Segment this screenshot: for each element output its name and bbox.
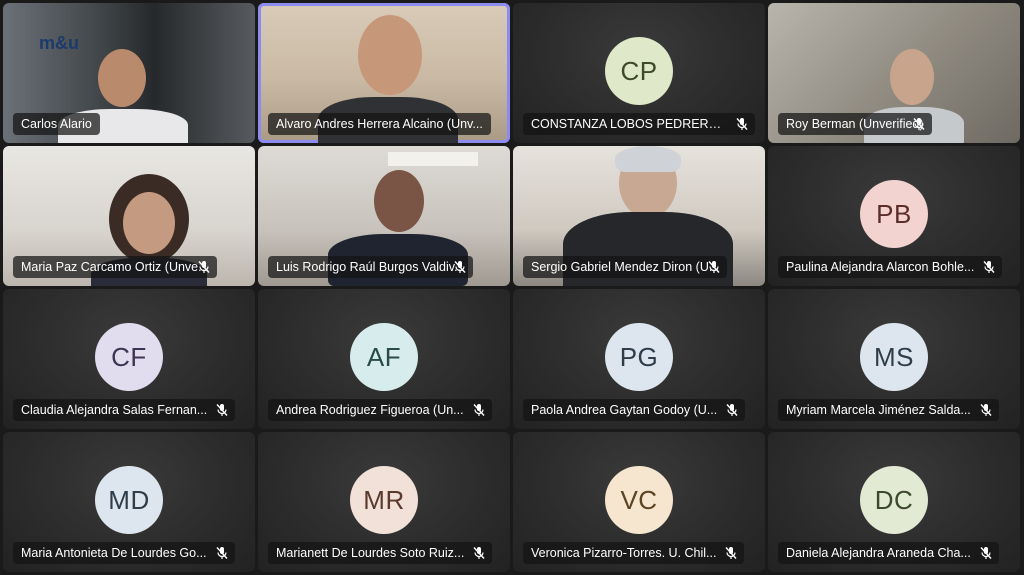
participant-tile[interactable]: Luis Rodrigo Raúl Burgos Valdiv... xyxy=(258,146,510,286)
avatar: PB xyxy=(860,180,928,248)
avatar: AF xyxy=(350,323,418,391)
muted-mic-icon xyxy=(216,404,228,416)
participant-tile[interactable]: PB Paulina Alejandra Alarcon Bohle... xyxy=(768,146,1020,286)
ceiling-light xyxy=(388,152,478,166)
participant-tile[interactable]: MS Myriam Marcela Jiménez Salda... xyxy=(768,289,1020,429)
participant-name: Paola Andrea Gaytan Godoy (U... xyxy=(523,399,746,421)
video-grid: m&u Carlos Alario Alvaro Andres Herrera … xyxy=(3,3,1020,572)
participant-name: Roy Berman (Unverified) xyxy=(778,113,932,135)
muted-mic-icon xyxy=(216,547,228,559)
muted-mic-icon xyxy=(725,547,738,559)
avatar: VC xyxy=(605,466,673,534)
muted-mic-icon xyxy=(736,118,748,130)
muted-mic-icon xyxy=(198,261,210,273)
muted-mic-icon xyxy=(473,404,485,416)
participant-tile[interactable]: Alvaro Andres Herrera Alcaino (Unv... xyxy=(258,3,510,143)
muted-mic-icon xyxy=(726,404,738,416)
participant-name: CONSTANZA LOBOS PEDRERO... xyxy=(523,113,755,135)
participant-name: Andrea Rodriguez Figueroa (Un... xyxy=(268,399,492,421)
avatar: CF xyxy=(95,323,163,391)
participant-tile[interactable]: CF Claudia Alejandra Salas Fernan... xyxy=(3,289,255,429)
participant-tile[interactable]: Sergio Gabriel Mendez Diron (U... xyxy=(513,146,765,286)
avatar: MS xyxy=(860,323,928,391)
avatar: MD xyxy=(95,466,163,534)
participant-tile[interactable]: Maria Paz Carcamo Ortiz (Unve... xyxy=(3,146,255,286)
participant-name: Luis Rodrigo Raúl Burgos Valdiv... xyxy=(268,256,473,278)
participant-name: Alvaro Andres Herrera Alcaino (Unv... xyxy=(268,113,491,135)
participant-tile[interactable]: VC Veronica Pizarro-Torres. U. Chil... xyxy=(513,432,765,572)
participant-name: Myriam Marcela Jiménez Salda... xyxy=(778,399,999,421)
avatar: CP xyxy=(605,37,673,105)
muted-mic-icon xyxy=(708,261,720,273)
muted-mic-icon xyxy=(454,261,466,273)
participant-name: Daniela Alejandra Araneda Cha... xyxy=(778,542,999,564)
participant-name: Marianett De Lourdes Soto Ruiz... xyxy=(268,542,493,564)
participant-name: Sergio Gabriel Mendez Diron (U... xyxy=(523,256,728,278)
muted-mic-icon xyxy=(980,547,992,559)
participant-tile[interactable]: AF Andrea Rodriguez Figueroa (Un... xyxy=(258,289,510,429)
participant-tile[interactable]: MD Maria Antonieta De Lourdes Go... xyxy=(3,432,255,572)
participant-tile[interactable]: MR Marianett De Lourdes Soto Ruiz... xyxy=(258,432,510,572)
participant-name: Maria Antonieta De Lourdes Go... xyxy=(13,542,235,564)
muted-mic-icon xyxy=(980,404,992,416)
participant-name: Claudia Alejandra Salas Fernan... xyxy=(13,399,236,421)
muted-mic-icon xyxy=(983,261,995,273)
participant-tile[interactable]: CP CONSTANZA LOBOS PEDRERO... xyxy=(513,3,765,143)
participant-name: Paulina Alejandra Alarcon Bohle... xyxy=(778,256,1003,278)
participant-name: Veronica Pizarro-Torres. U. Chil... xyxy=(523,542,745,564)
avatar: MR xyxy=(350,466,418,534)
avatar: DC xyxy=(860,466,928,534)
participant-tile[interactable]: Roy Berman (Unverified) xyxy=(768,3,1020,143)
participant-name: Maria Paz Carcamo Ortiz (Unve... xyxy=(13,256,217,278)
participant-tile[interactable]: DC Daniela Alejandra Araneda Cha... xyxy=(768,432,1020,572)
participant-tile[interactable]: m&u Carlos Alario xyxy=(3,3,255,143)
avatar: PG xyxy=(605,323,673,391)
muted-mic-icon xyxy=(913,118,925,130)
muted-mic-icon xyxy=(473,547,485,559)
participant-name: Carlos Alario xyxy=(13,113,100,135)
participant-tile[interactable]: PG Paola Andrea Gaytan Godoy (U... xyxy=(513,289,765,429)
